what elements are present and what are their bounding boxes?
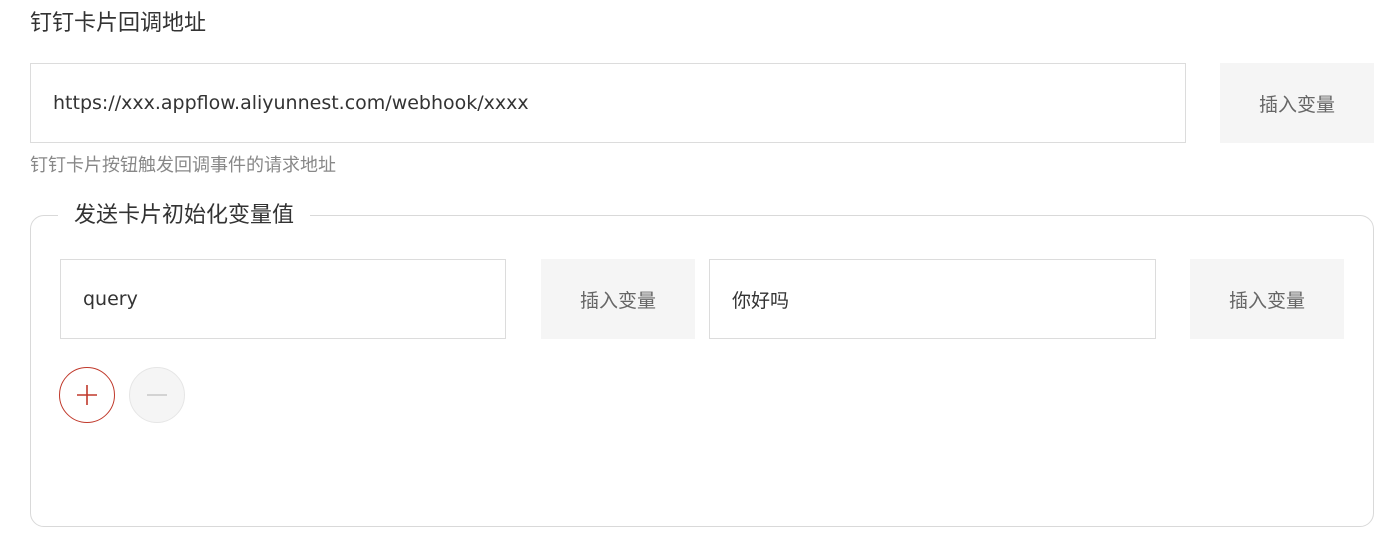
plus-icon — [77, 385, 97, 405]
variable-value-value: 你好吗 — [732, 289, 790, 312]
callback-url-input[interactable]: https://xxx.appflow.aliyunnest.com/webho… — [30, 63, 1186, 143]
add-variable-button[interactable] — [59, 367, 115, 423]
value-insert-variable-button[interactable]: 插入变量 — [1190, 259, 1344, 339]
init-variables-legend: 发送卡片初始化变量值 — [58, 198, 311, 234]
key-insert-variable-button[interactable]: 插入变量 — [541, 259, 695, 339]
variable-key-value: query — [83, 288, 138, 310]
callback-url-helper: 钉钉卡片按钮触发回调事件的请求地址 — [30, 155, 336, 176]
callback-url-label: 钉钉卡片回调地址 — [30, 11, 207, 36]
variable-key-input[interactable]: query — [60, 259, 506, 339]
minus-icon — [147, 394, 167, 396]
callback-insert-variable-button[interactable]: 插入变量 — [1220, 63, 1374, 143]
callback-url-value: https://xxx.appflow.aliyunnest.com/webho… — [53, 92, 529, 114]
form-root: 钉钉卡片回调地址 https://xxx.appflow.aliyunnest.… — [0, 0, 1400, 543]
remove-variable-button[interactable] — [129, 367, 185, 423]
variable-value-input[interactable]: 你好吗 — [709, 259, 1156, 339]
